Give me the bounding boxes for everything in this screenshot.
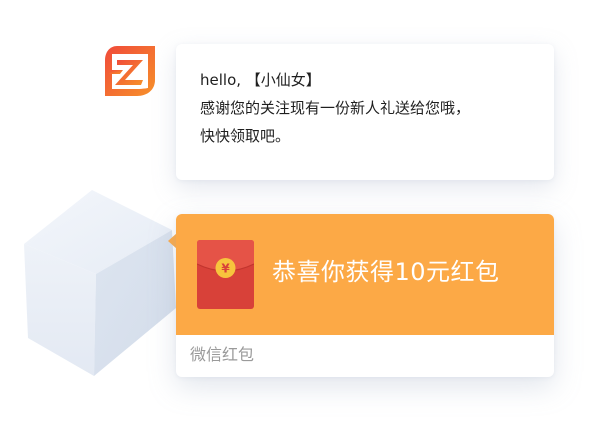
- currency-symbol: ¥: [221, 262, 230, 276]
- red-packet-footer: 微信红包: [190, 345, 255, 364]
- z-leaf-logo-icon: [105, 46, 155, 96]
- red-packet-banner[interactable]: ¥ 恭喜你获得10元红包: [176, 214, 554, 335]
- cube-decoration: [24, 190, 176, 376]
- message-line-3: 快快领取吧。: [200, 127, 291, 145]
- red-packet-card[interactable]: ¥ 恭喜你获得10元红包 微信红包: [176, 214, 554, 377]
- message-bubble: hello, 【小仙女】 感谢您的关注现有一份新人礼送给您哦， 快快领取吧。: [176, 44, 554, 180]
- red-packet-title: 恭喜你获得10元红包: [272, 258, 500, 286]
- message-line-2: 感谢您的关注现有一份新人礼送给您哦，: [200, 99, 471, 117]
- message-text: hello, 【小仙女】 感谢您的关注现有一份新人礼送给您哦， 快快领取吧。: [200, 66, 540, 150]
- message-greeting: hello, 【小仙女】: [200, 71, 321, 89]
- red-envelope-icon: ¥: [197, 240, 254, 309]
